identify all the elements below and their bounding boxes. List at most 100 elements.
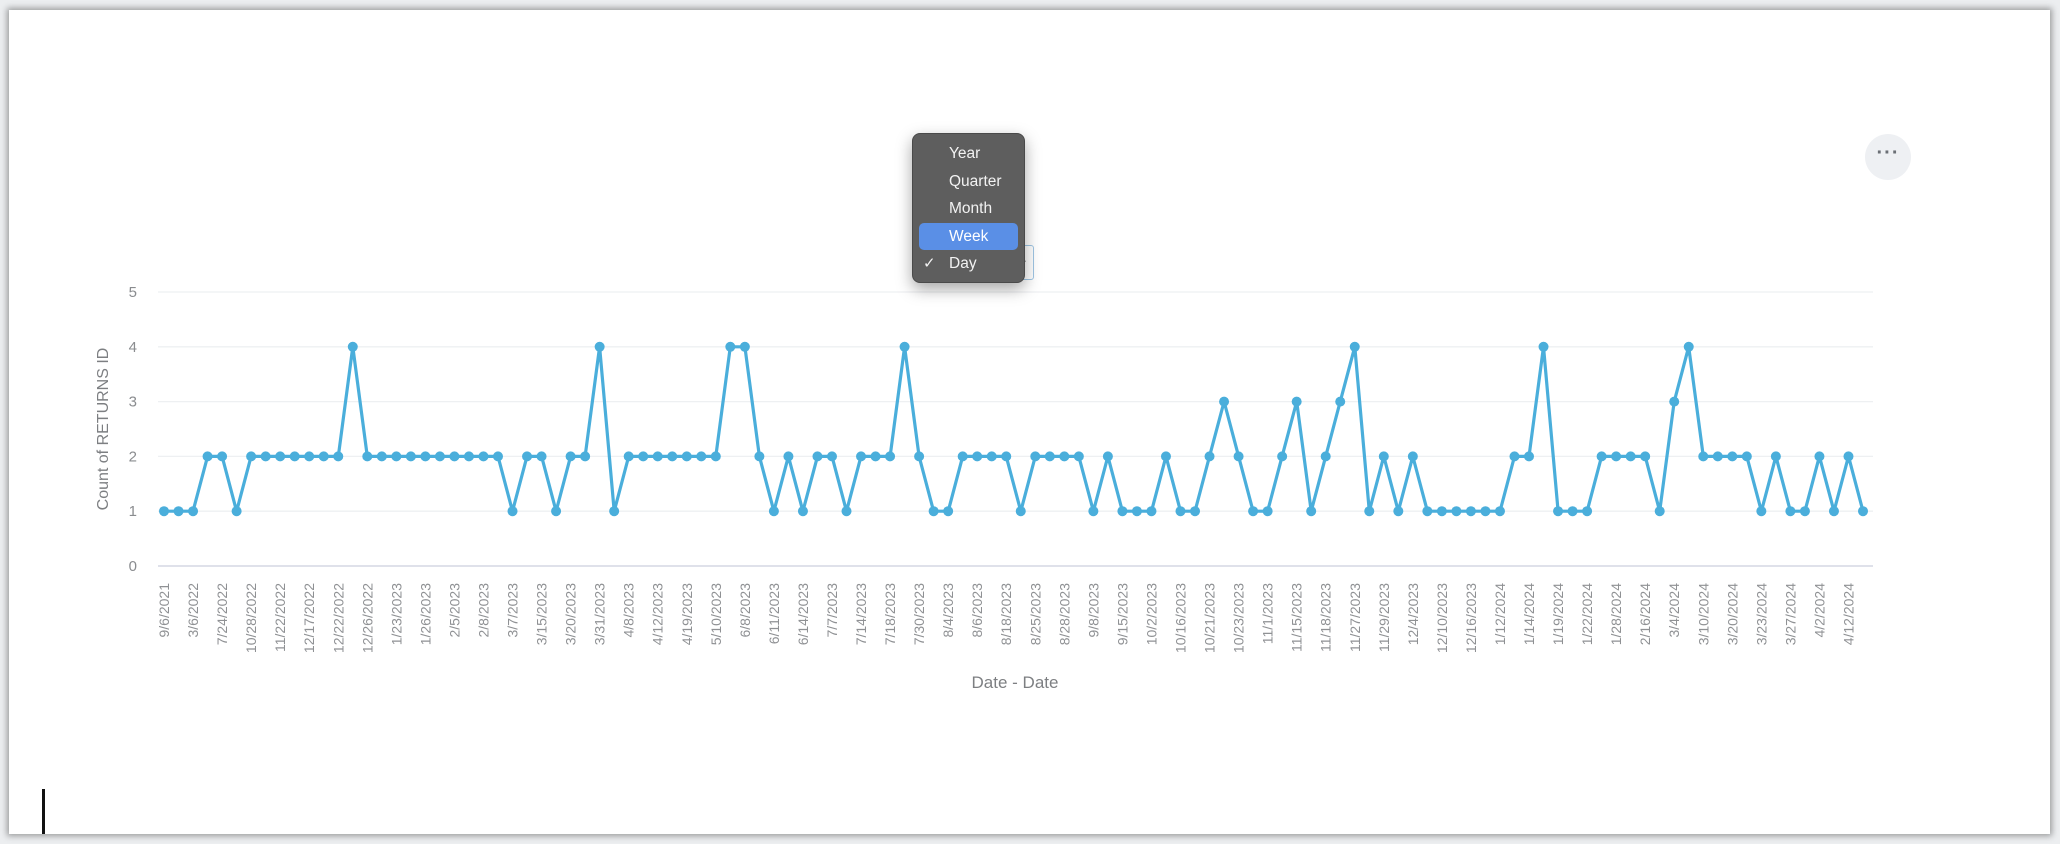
data-point <box>217 451 228 462</box>
data-point <box>173 506 184 517</box>
x-tick-label: 1/19/2024 <box>1550 583 1566 645</box>
data-point <box>1131 506 1142 517</box>
x-tick-label: 10/16/2023 <box>1172 583 1188 653</box>
x-tick-label: 10/23/2023 <box>1231 583 1247 653</box>
y-tick-label: 0 <box>129 558 137 575</box>
data-point <box>652 451 663 462</box>
data-point <box>914 451 925 462</box>
checkmark-icon: ✓ <box>923 255 936 272</box>
data-point <box>594 341 605 352</box>
x-tick-label: 12/17/2022 <box>301 583 317 653</box>
x-tick-label: 11/27/2023 <box>1347 583 1363 652</box>
x-tick-label: 4/8/2023 <box>621 583 637 638</box>
x-tick-label: 5/10/2023 <box>708 583 724 645</box>
x-tick-label: 12/22/2022 <box>330 583 346 653</box>
data-point <box>434 451 445 462</box>
menu-item-month[interactable]: Month <box>919 195 1018 223</box>
data-point <box>841 506 852 517</box>
x-tick-label: 11/1/2023 <box>1260 583 1276 644</box>
data-point <box>1059 451 1070 462</box>
data-point <box>1770 451 1781 462</box>
x-tick-label: 3/7/2023 <box>505 583 521 638</box>
x-tick-label: 11/29/2023 <box>1376 583 1392 652</box>
x-axis-title: Date - Date <box>972 673 1059 692</box>
data-point <box>347 341 358 352</box>
x-tick-label: 7/14/2023 <box>853 583 869 645</box>
x-tick-label: 1/22/2024 <box>1579 583 1595 645</box>
series-line <box>164 345 1865 513</box>
data-point <box>580 451 591 462</box>
data-point <box>275 451 286 462</box>
x-tick-label: 1/28/2024 <box>1608 583 1624 645</box>
data-point <box>536 451 547 462</box>
menu-item-quarter[interactable]: Quarter <box>919 168 1018 196</box>
x-tick-label: 11/18/2023 <box>1318 583 1334 652</box>
x-tick-label: 7/24/2022 <box>214 583 230 645</box>
data-point <box>1204 451 1215 462</box>
x-tick-label: 1/14/2024 <box>1521 583 1537 645</box>
data-point <box>1393 506 1404 517</box>
x-tick-label: 3/15/2023 <box>534 583 550 645</box>
data-point <box>972 451 983 462</box>
data-point <box>1596 451 1607 462</box>
data-point <box>885 451 896 462</box>
data-point <box>1640 451 1651 462</box>
x-tick-label: 4/2/2024 <box>1811 583 1827 638</box>
data-point <box>899 341 910 352</box>
x-tick-label: 12/16/2023 <box>1463 583 1479 653</box>
x-tick-label: 11/22/2022 <box>272 583 288 652</box>
x-tick-label: 3/20/2024 <box>1724 583 1740 645</box>
data-point <box>159 506 169 517</box>
data-point <box>1553 506 1564 517</box>
data-point <box>1828 506 1839 517</box>
data-point <box>1422 506 1433 517</box>
data-point <box>609 506 620 517</box>
data-point <box>667 451 678 462</box>
data-point <box>333 451 344 462</box>
data-point <box>1669 396 1680 407</box>
data-point <box>623 451 634 462</box>
data-point <box>1349 341 1360 352</box>
data-point <box>1335 396 1346 407</box>
data-point <box>1320 451 1331 462</box>
data-point <box>449 451 460 462</box>
data-point <box>420 451 431 462</box>
menu-item-year[interactable]: Year <box>919 140 1018 168</box>
data-point <box>1756 506 1767 517</box>
data-point <box>1582 506 1593 517</box>
data-point <box>522 451 533 462</box>
data-point <box>1814 451 1825 462</box>
data-point <box>1044 451 1055 462</box>
data-point <box>928 506 939 517</box>
y-tick-label: 4 <box>129 339 137 356</box>
data-point <box>739 341 750 352</box>
more-options-button[interactable]: ··· <box>1865 134 1911 180</box>
data-point <box>1146 506 1157 517</box>
data-point <box>826 451 837 462</box>
data-point <box>304 451 315 462</box>
data-point <box>1262 506 1273 517</box>
data-point <box>1524 451 1535 462</box>
data-point <box>1219 396 1230 407</box>
data-point <box>478 451 489 462</box>
data-point <box>797 506 808 517</box>
data-point <box>1175 506 1186 517</box>
data-point <box>405 451 416 462</box>
x-tick-label: 2/16/2024 <box>1637 583 1653 645</box>
x-tick-label: 3/20/2023 <box>563 583 579 645</box>
data-point <box>1611 451 1622 462</box>
series-count-returns-id <box>159 341 1868 517</box>
menu-item-day[interactable]: ✓ Day <box>919 250 1018 278</box>
menu-item-week[interactable]: Week <box>919 222 1018 250</box>
y-tick-label: 1 <box>129 503 137 520</box>
x-tick-label: 6/11/2023 <box>766 583 782 644</box>
data-point <box>1233 451 1244 462</box>
data-point <box>289 451 300 462</box>
x-tick-label: 7/30/2023 <box>911 583 927 645</box>
x-tick-label: 9/15/2023 <box>1114 583 1130 645</box>
data-point <box>260 451 271 462</box>
x-tick-label: 10/28/2022 <box>243 583 259 653</box>
x-tick-label: 3/10/2024 <box>1695 583 1711 645</box>
x-tick-label: 6/14/2023 <box>795 583 811 645</box>
data-point <box>710 451 721 462</box>
